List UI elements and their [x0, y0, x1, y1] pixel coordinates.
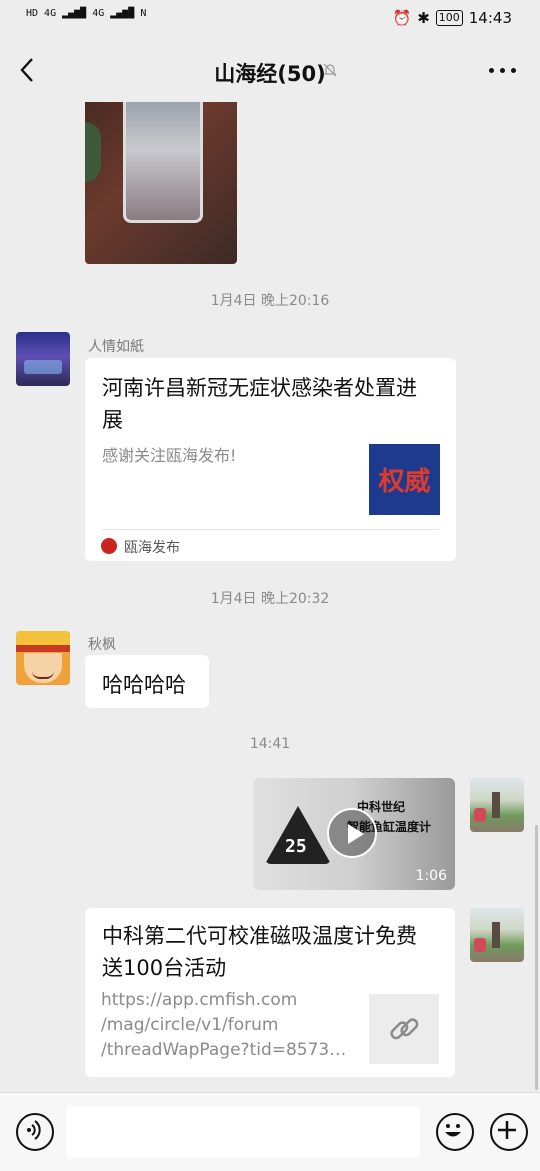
link-thumbnail: [369, 994, 439, 1064]
timestamp: 14:41: [249, 736, 291, 752]
video-message[interactable]: 25 中科世纪 智能鱼缸温度计 1:06: [253, 778, 455, 890]
link-icon: [390, 1018, 419, 1040]
video-duration: 1:06: [415, 868, 447, 884]
clock: 14:43: [468, 9, 512, 27]
divider: [102, 529, 439, 530]
avatar[interactable]: [16, 631, 70, 685]
chat-area[interactable]: 1月4日 晚上20:16 人情如紙 河南许昌新冠无症状感染者处置进展 感谢关注瓯…: [0, 102, 540, 1092]
article-card[interactable]: 河南许昌新冠无症状感染者处置进展 感谢关注瓯海发布! 权威 瓯海发布: [85, 358, 456, 561]
mute-bell-icon: [323, 63, 337, 77]
article-desc: 感谢关注瓯海发布!: [102, 446, 237, 465]
chat-header: 山海经(50): [0, 38, 540, 102]
input-bar: [0, 1092, 540, 1171]
article-thumbnail: 权威: [369, 444, 440, 515]
battery-indicator: 100: [435, 10, 463, 26]
photo-phone-screen: [123, 102, 203, 223]
link-title: 中科第二代可校准磁吸温度计免费送100台活动: [102, 924, 417, 980]
more-icon[interactable]: [489, 68, 516, 73]
photo-message[interactable]: [85, 102, 237, 264]
voice-icon[interactable]: [16, 1113, 54, 1151]
thermometer-reading: 25: [285, 836, 307, 857]
play-icon[interactable]: [327, 808, 377, 858]
hd-label: HD: [26, 8, 39, 19]
chat-title: 山海经(50): [214, 62, 326, 86]
bluetooth-icon: ✱: [417, 9, 430, 27]
timestamp: 1月4日 晚上20:32: [210, 591, 330, 607]
signal-4g-1: 4G: [44, 8, 57, 19]
plus-icon[interactable]: [490, 1113, 528, 1151]
sender-name: 秋枫: [88, 637, 116, 653]
timestamp: 1月4日 晚上20:16: [210, 293, 330, 309]
link-url-line: /mag/circle/v1/forum: [101, 1015, 279, 1035]
scrollbar[interactable]: [535, 825, 538, 1090]
message-input[interactable]: [66, 1106, 420, 1158]
alarm-icon: ⏰: [392, 9, 412, 27]
link-url-line: https://app.cmfish.com: [101, 990, 298, 1010]
article-source: 瓯海发布: [124, 540, 180, 556]
my-avatar[interactable]: [470, 778, 524, 832]
link-url-line: /threadWapPage?tid=8573…: [101, 1040, 347, 1060]
signal-4g-2: 4G: [92, 8, 105, 19]
text-message-bubble[interactable]: 哈哈哈哈: [85, 655, 209, 708]
my-avatar[interactable]: [470, 908, 524, 962]
article-title: 河南许昌新冠无症状感染者处置进展: [102, 376, 417, 432]
status-right: ⏰ ✱ 100 14:43: [393, 9, 513, 27]
network-indicators: HD 4G ▂▄▆█ 4G ▂▄▆█ N: [26, 8, 146, 19]
avatar[interactable]: [16, 332, 70, 386]
message-text: 哈哈哈哈: [102, 673, 186, 697]
link-card[interactable]: 中科第二代可校准磁吸温度计免费送100台活动 https://app.cmfis…: [85, 908, 455, 1077]
emoji-icon[interactable]: [436, 1113, 474, 1151]
status-bar: HD 4G ▂▄▆█ 4G ▂▄▆█ N ⏰ ✱ 100 14:43: [0, 0, 540, 38]
photo-green-edge: [85, 122, 101, 182]
sender-name: 人情如紙: [88, 339, 144, 355]
signal-bars-icon: ▂▄▆█: [110, 8, 135, 19]
source-logo-icon: [101, 538, 117, 554]
signal-bars-icon: ▂▄▆█: [62, 8, 87, 19]
nfc-label: N: [140, 8, 147, 19]
